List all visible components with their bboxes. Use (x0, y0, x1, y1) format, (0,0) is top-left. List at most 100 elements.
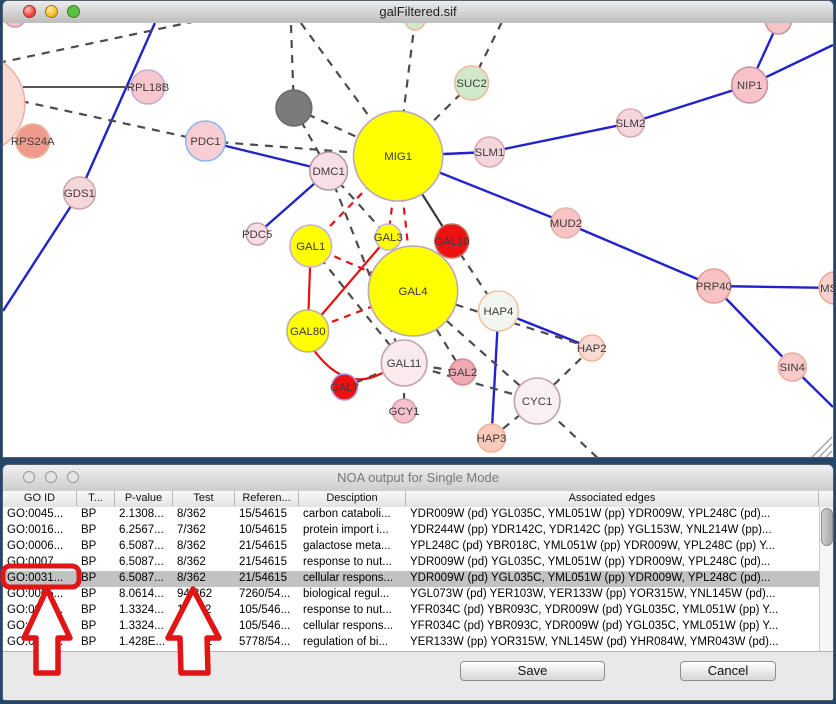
node-label-HAP3: HAP3 (477, 433, 507, 445)
table-row-selected[interactable]: GO:0031...BP6.5087...8/36221/54615cellul… (3, 571, 833, 587)
cell: regulation of bi... (299, 635, 406, 651)
desktop: galFiltered.sif RPL18BRPS24AGDS1PDC1MIG1… (0, 0, 836, 704)
cell: BP (77, 635, 115, 651)
cell: BP (77, 619, 115, 635)
cell: GO:0016... (3, 523, 77, 539)
window-title: galFiltered.sif (3, 4, 833, 19)
node-label-HAP2: HAP2 (577, 343, 607, 355)
cell: 94/362 (173, 587, 235, 603)
network-node-gray-node[interactable] (276, 90, 312, 126)
cell: GO:0031... (3, 603, 77, 619)
node-label-MUD2: MUD2 (550, 218, 582, 230)
cell: BP (77, 523, 115, 539)
table-row[interactable]: GO:0007...BP6.5087...8/36221/54615respon… (3, 555, 833, 571)
node-label-GAL1: GAL1 (296, 241, 325, 253)
cell: GO:0031... (3, 619, 77, 635)
node-label-PDC5: PDC5 (242, 229, 272, 241)
cell: GO:0031... (3, 571, 77, 587)
table-row[interactable]: GO:0045...BP2.1308...8/36215/54615carbon… (3, 507, 833, 523)
cell: BP (77, 603, 115, 619)
cell: YDR009W (pd) YGL035C, YML051W (pp) YDR00… (406, 571, 819, 587)
node-label-GDS1: GDS1 (64, 188, 95, 200)
network-canvas[interactable]: RPL18BRPS24AGDS1PDC1MIG1SUC2SLM1SLM2NIP1… (3, 23, 833, 457)
cell: 8.0614... (115, 587, 173, 603)
table-row[interactable]: GO:0050...BP1.428E...80/3625778/54...reg… (3, 635, 833, 651)
cell: carbon cataboli... (299, 507, 406, 523)
cell: GO:0007... (3, 555, 77, 571)
node-label-NIP1: NIP1 (737, 80, 762, 92)
node-label-GAL2: GAL2 (448, 367, 477, 379)
cell: 11/362 (173, 619, 235, 635)
button-bar: Save Cancel (3, 651, 833, 700)
cell: 7/362 (173, 523, 235, 539)
noa-window-title: NOA output for Single Mode (3, 470, 833, 485)
node-label-GAL11: GAL11 (387, 358, 422, 370)
cell: YGL073W (pd) YER103W, YER133W (pp) YOR31… (406, 587, 819, 603)
cell: GO:0045... (3, 507, 77, 523)
cell: 5778/54... (235, 635, 299, 651)
cell: BP (77, 587, 115, 603)
table-row[interactable]: GO:0031...BP1.3324...11/362105/546...res… (3, 603, 833, 619)
node-label-PRP40: PRP40 (696, 281, 732, 293)
cell: BP (77, 571, 115, 587)
network-node-corner-topleft[interactable] (4, 23, 26, 27)
noa-window-titlebar[interactable]: NOA output for Single Mode (3, 465, 833, 492)
column-header-0[interactable]: GO ID (3, 491, 77, 506)
cell: response to nut... (299, 603, 406, 619)
cell: 7260/54... (235, 587, 299, 603)
cell: cellular respons... (299, 571, 406, 587)
cell: 10/54615 (235, 523, 299, 539)
node-label-SLM2: SLM2 (616, 118, 646, 130)
network-edge (3, 193, 79, 311)
column-header-4[interactable]: Referen... (235, 491, 299, 506)
table-row[interactable]: GO:0031...BP1.3324...11/362105/546...cel… (3, 619, 833, 635)
column-header-3[interactable]: Test (173, 491, 235, 506)
column-header-5[interactable]: Desciption (299, 491, 406, 506)
node-label-DMC1: DMC1 (312, 166, 344, 178)
node-label-CYC1: CYC1 (522, 396, 552, 408)
cell: YDR244W (pp) YDR142C, YDR142C (pp) YGL15… (406, 523, 819, 539)
vertical-scrollbar[interactable] (819, 507, 833, 651)
node-label-MIG1: MIG1 (384, 151, 412, 163)
node-label-RPL18B: RPL18B (127, 82, 170, 94)
cell: YFR034C (pd) YBR093C, YDR009W (pd) YGL03… (406, 619, 819, 635)
table-row[interactable]: GO:0006...BP6.5087...8/36221/54615galact… (3, 539, 833, 555)
cell: BP (77, 539, 115, 555)
cell: 21/54615 (235, 571, 299, 587)
network-node-pink-topright[interactable] (765, 23, 791, 34)
column-header-6[interactable]: Associated edges (406, 491, 819, 506)
node-label-RPS24A: RPS24A (11, 136, 55, 148)
cell: BP (77, 555, 115, 571)
network-edge (79, 23, 154, 193)
cell: 11/362 (173, 603, 235, 619)
column-header-1[interactable]: T... (77, 491, 115, 506)
cell: 8/362 (173, 555, 235, 571)
cancel-button[interactable]: Cancel (680, 661, 776, 681)
cell: 21/54615 (235, 555, 299, 571)
column-header-2[interactable]: P-value (115, 491, 173, 506)
resize-grip-icon[interactable] (811, 437, 832, 457)
network-window-titlebar[interactable]: galFiltered.sif (3, 1, 833, 24)
cell: 105/546... (235, 619, 299, 635)
table-row[interactable]: GO:0016...BP6.2567...7/36210/54615protei… (3, 523, 833, 539)
network-node-green-top[interactable] (405, 23, 425, 30)
cell: YDR009W (pd) YGL035C, YML051W (pp) YDR00… (406, 555, 819, 571)
table-body: GO:0045...BP2.1308...8/36215/54615carbon… (3, 507, 833, 651)
cell: 1.3324... (115, 603, 173, 619)
node-label-GAL3: GAL3 (374, 232, 403, 244)
cell: YER133W (pp) YOR315W, YNL145W (pd) YHR08… (406, 635, 819, 651)
cell: 6.5087... (115, 539, 173, 555)
cell: YFR034C (pd) YBR093C, YDR009W (pd) YGL03… (406, 603, 819, 619)
table-row[interactable]: GO:0065...BP8.0614...94/3627260/54...bio… (3, 587, 833, 603)
node-label-GAL4: GAL4 (398, 286, 428, 298)
node-label-SLM1: SLM1 (475, 147, 505, 159)
cell: 6.2567... (115, 523, 173, 539)
cell: GO:0065... (3, 587, 77, 603)
scrollbar-thumb[interactable] (821, 508, 833, 546)
save-button[interactable]: Save (460, 661, 605, 681)
cell: 80/362 (173, 635, 235, 651)
network-svg: RPL18BRPS24AGDS1PDC1MIG1SUC2SLM1SLM2NIP1… (3, 23, 833, 457)
node-label-GCY1: GCY1 (389, 406, 420, 418)
node-label-GAL7: GAL7 (330, 382, 359, 394)
cell: 21/54615 (235, 539, 299, 555)
